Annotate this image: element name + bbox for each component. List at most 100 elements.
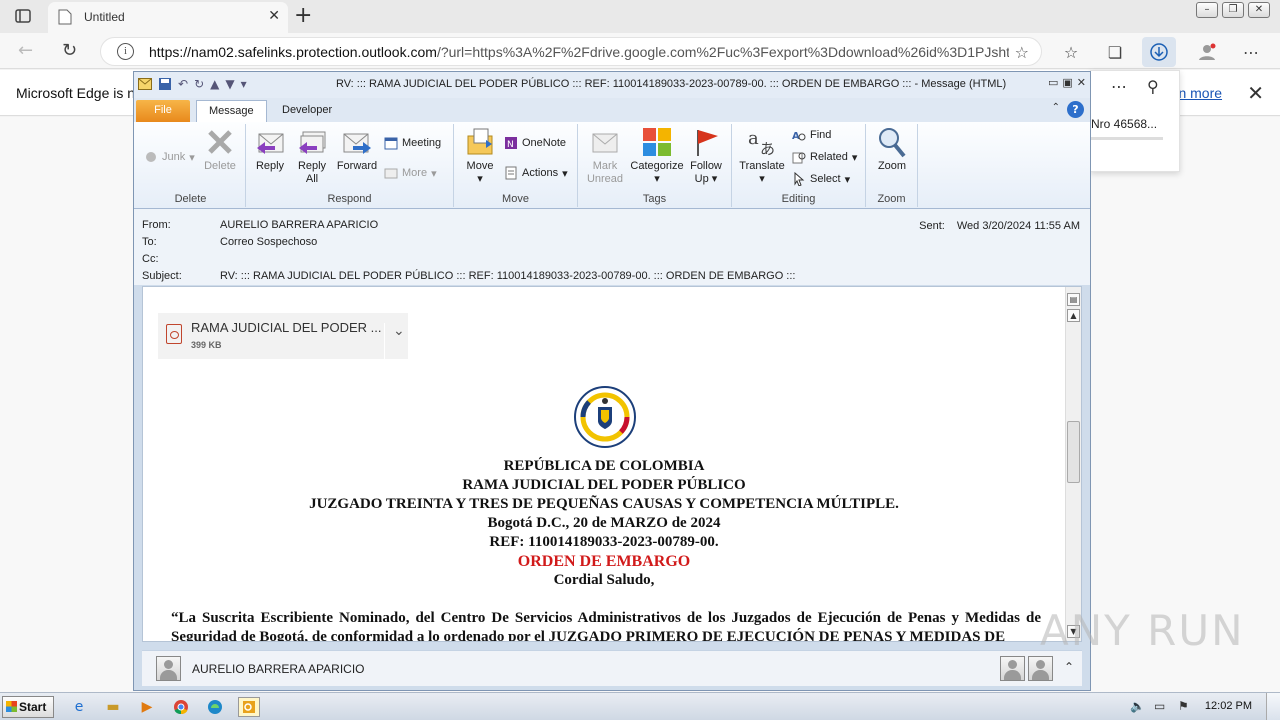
new-tab-button[interactable]: + bbox=[294, 3, 312, 28]
meeting-button[interactable]: Meeting bbox=[384, 136, 441, 150]
favorites-icon[interactable]: ☆ bbox=[1058, 39, 1084, 65]
outlook-taskbar-icon[interactable] bbox=[238, 697, 260, 717]
related-button[interactable]: Related ▾ bbox=[792, 150, 857, 164]
maximize-button[interactable]: ❐ bbox=[1222, 2, 1244, 18]
onenote-button[interactable]: N OneNote bbox=[504, 136, 566, 150]
close-window-button[interactable]: ✕ bbox=[1248, 2, 1270, 18]
group-zoom-label: Zoom bbox=[877, 193, 906, 205]
group-move-label: Move bbox=[502, 193, 529, 205]
related-icon bbox=[792, 152, 806, 164]
select-button[interactable]: Select ▾ bbox=[792, 172, 850, 186]
profile-avatar-icon[interactable] bbox=[1194, 39, 1220, 65]
message-headers: From: AURELIO BARRERA APARICIO To: Correo … bbox=[134, 209, 1090, 285]
group-delete-label: Delete bbox=[174, 193, 207, 205]
settings-more-icon[interactable]: ⋯ bbox=[1238, 39, 1264, 65]
onenote-icon: N bbox=[505, 137, 517, 150]
customize-qat-icon[interactable]: ▾ bbox=[241, 77, 247, 91]
pin-icon[interactable]: ⚲ bbox=[1147, 77, 1159, 96]
ribbon-tabs: File Message Developer ⌃ ? bbox=[134, 98, 1090, 122]
refresh-button[interactable]: ↻ bbox=[62, 40, 77, 61]
attachment-size: 399 KB bbox=[191, 340, 222, 350]
volume-icon[interactable]: 🔈 bbox=[1130, 699, 1145, 713]
people-pane-name[interactable]: AURELIO BARRERA APARICIO bbox=[192, 662, 365, 676]
attachment-card[interactable]: RAMA JUDICIAL DEL PODER ... 399 KB ⌄ bbox=[158, 313, 408, 369]
junk-icon bbox=[146, 152, 156, 162]
start-button[interactable]: Start bbox=[2, 696, 54, 718]
media-player-icon[interactable]: ▶ bbox=[136, 697, 158, 717]
contact-avatar-1[interactable] bbox=[1000, 656, 1025, 681]
zoom-button[interactable]: Zoom bbox=[874, 126, 910, 173]
minimize-button[interactable]: – bbox=[1196, 2, 1218, 18]
reply-all-icon bbox=[299, 131, 326, 154]
pdf-file-icon bbox=[166, 324, 182, 344]
move-button[interactable]: Move ▾ bbox=[460, 126, 500, 186]
show-desktop-button[interactable] bbox=[1266, 693, 1280, 720]
mark-unread-button[interactable]: Mark Unread bbox=[582, 126, 628, 186]
sender-avatar[interactable] bbox=[156, 656, 181, 681]
back-button[interactable]: ← bbox=[18, 40, 33, 61]
edge-icon[interactable] bbox=[204, 697, 226, 717]
flag-tray-icon[interactable]: ⚑ bbox=[1178, 699, 1189, 713]
doc-paragraph: “La Suscrita Escribiente Nominado, del C… bbox=[171, 610, 1041, 642]
tab-actions-button[interactable] bbox=[8, 5, 38, 27]
attachment-menu-chevron-icon[interactable]: ⌄ bbox=[384, 323, 405, 369]
actions-button[interactable]: Actions ▾ bbox=[504, 166, 568, 180]
to-value[interactable]: Correo Sospechoso bbox=[220, 236, 317, 248]
magnifier-icon bbox=[879, 128, 906, 158]
junk-button[interactable]: Junk ▾ bbox=[144, 150, 195, 164]
follow-up-button[interactable]: Follow Up ▾ bbox=[686, 126, 726, 186]
add-favorite-icon[interactable]: ☆ bbox=[1015, 43, 1029, 62]
network-icon[interactable]: ▭ bbox=[1154, 699, 1165, 713]
expand-people-pane-icon[interactable]: ⌃ bbox=[1064, 660, 1074, 674]
more-respond-button[interactable]: More ▾ bbox=[384, 166, 437, 180]
reply-button[interactable]: Reply bbox=[252, 126, 288, 173]
message-body: RAMA JUDICIAL DEL PODER ... 399 KB ⌄ REP… bbox=[142, 286, 1082, 642]
translate-button[interactable]: aあ Translate ▾ bbox=[736, 126, 788, 186]
page-icon bbox=[58, 9, 72, 25]
window-caption: RV: ::: RAMA JUDICIAL DEL PODER PÚBLICO … bbox=[336, 78, 1007, 90]
minimize-ribbon-icon[interactable]: ⌃ bbox=[1052, 102, 1060, 113]
subject-value: RV: ::: RAMA JUDICIAL DEL PODER PÚBLICO … bbox=[220, 270, 796, 282]
download-item[interactable]: Nro 46568... bbox=[1091, 117, 1157, 131]
site-info-icon[interactable]: i bbox=[117, 43, 134, 60]
scroll-thumb[interactable] bbox=[1067, 421, 1080, 483]
close-infobar-icon[interactable]: ✕ bbox=[1247, 81, 1264, 105]
tab-message[interactable]: Message bbox=[196, 100, 267, 122]
browser-tab[interactable]: Untitled ✕ bbox=[48, 2, 288, 33]
reply-all-button[interactable]: Reply All bbox=[292, 126, 332, 186]
flag-icon bbox=[697, 130, 718, 156]
forward-button[interactable]: Forward bbox=[334, 126, 380, 173]
infobar-message: Microsoft Edge is n bbox=[16, 85, 136, 101]
outlook-message-window: ↶ ↻ ▲ ▼ ▾ RV: ::: RAMA JUDICIAL DEL PODE… bbox=[133, 71, 1091, 691]
quick-access-toolbar: ↶ ↻ ▲ ▼ ▾ bbox=[138, 77, 247, 91]
delete-button[interactable]: Delete bbox=[198, 126, 242, 173]
scroll-page-icon[interactable]: ▤ bbox=[1067, 293, 1080, 306]
tab-file[interactable]: File bbox=[136, 100, 190, 122]
close-tab-icon[interactable]: ✕ bbox=[268, 8, 280, 24]
redo-icon[interactable]: ↻ bbox=[194, 77, 204, 91]
address-bar[interactable]: i https://nam02.safelinks.protection.out… bbox=[100, 37, 1042, 66]
tab-developer[interactable]: Developer bbox=[270, 100, 344, 122]
downloads-more-icon[interactable]: ⋯ bbox=[1111, 77, 1128, 96]
clock[interactable]: 12:02 PM bbox=[1205, 700, 1252, 712]
chrome-icon[interactable] bbox=[170, 697, 192, 717]
categorize-button[interactable]: Categorize ▾ bbox=[630, 126, 684, 186]
outlook-close-button[interactable]: ✕ bbox=[1077, 76, 1086, 89]
save-icon[interactable] bbox=[158, 77, 172, 91]
help-icon[interactable]: ? bbox=[1067, 101, 1084, 118]
from-value[interactable]: AURELIO BARRERA APARICIO bbox=[220, 219, 378, 231]
outlook-maximize-button[interactable]: ▣ bbox=[1062, 76, 1072, 89]
outlook-minimize-button[interactable]: ▭ bbox=[1048, 76, 1058, 89]
scroll-up-arrow-icon[interactable]: ▲ bbox=[1067, 309, 1080, 322]
find-button[interactable]: A Find bbox=[792, 128, 831, 142]
body-scrollbar[interactable]: ▤ ▲ ▼ bbox=[1065, 287, 1081, 641]
explorer-folder-icon[interactable]: ▬ bbox=[102, 697, 124, 717]
next-item-icon[interactable]: ▼ bbox=[225, 77, 234, 91]
ie-icon[interactable]: e bbox=[68, 697, 90, 717]
actions-icon bbox=[505, 166, 517, 180]
previous-item-icon[interactable]: ▲ bbox=[210, 77, 219, 91]
collections-icon[interactable]: ❏ bbox=[1102, 39, 1128, 65]
downloads-icon[interactable] bbox=[1142, 37, 1176, 67]
contact-avatar-2[interactable] bbox=[1028, 656, 1053, 681]
undo-icon[interactable]: ↶ bbox=[178, 77, 188, 91]
